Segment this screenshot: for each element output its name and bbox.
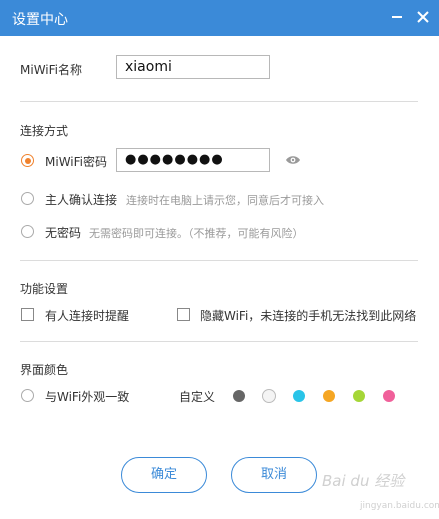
minimize-button[interactable] (392, 16, 402, 18)
color-swatch-orange[interactable] (323, 390, 335, 402)
features-section-title: 功能设置 (20, 282, 69, 296)
radio-owner-confirm[interactable] (21, 192, 34, 205)
wifi-name-label: MiWiFi名称 (20, 63, 82, 77)
appearance-section-title: 界面颜色 (20, 363, 69, 377)
hide-wifi-label: 隐藏WiFi，未连接的手机无法找到此网络 (200, 309, 417, 323)
match-wifi-label: 与WiFi外观一致 (45, 390, 130, 404)
connect-alert-label: 有人连接时提醒 (45, 309, 130, 323)
divider-1 (20, 101, 418, 102)
wifi-name-input[interactable]: xiaomi (116, 55, 270, 79)
divider-2 (20, 260, 418, 261)
color-swatch-gray[interactable] (233, 390, 245, 402)
color-swatch-green[interactable] (353, 390, 365, 402)
window-title: 设置中心 (12, 12, 68, 28)
ok-button[interactable]: 确定 (121, 457, 207, 493)
option-password-label: MiWiFi密码 (45, 155, 107, 169)
close-icon[interactable] (415, 9, 431, 25)
option-no-password-label: 无密码 (45, 226, 82, 240)
radio-password[interactable] (21, 154, 34, 167)
divider-3 (20, 341, 418, 342)
watermark-logo: Bai du 经验 (322, 472, 405, 490)
watermark-url: jingyan.baidu.com (360, 501, 439, 511)
custom-color-label: 自定义 (179, 390, 216, 404)
connection-section-title: 连接方式 (20, 124, 69, 138)
title-bar: 设置中心 (0, 0, 439, 36)
eye-icon[interactable] (285, 154, 301, 166)
color-swatch-pink[interactable] (383, 390, 395, 402)
option-no-password-hint: 无需密码即可连接。（不推荐，可能有风险） (89, 227, 304, 240)
checkbox-connect-alert[interactable] (21, 308, 34, 321)
radio-match-wifi[interactable] (21, 389, 34, 402)
cancel-button[interactable]: 取消 (231, 457, 317, 493)
option-owner-confirm-hint: 连接时在电脑上请示您，同意后才可接入 (126, 194, 324, 207)
password-input[interactable]: ●●●●●●●● (116, 148, 270, 172)
color-swatch-white[interactable] (262, 389, 276, 403)
option-owner-confirm-label: 主人确认连接 (45, 193, 118, 207)
color-swatch-cyan[interactable] (293, 390, 305, 402)
checkbox-hide-wifi[interactable] (177, 308, 190, 321)
radio-no-password[interactable] (21, 225, 34, 238)
